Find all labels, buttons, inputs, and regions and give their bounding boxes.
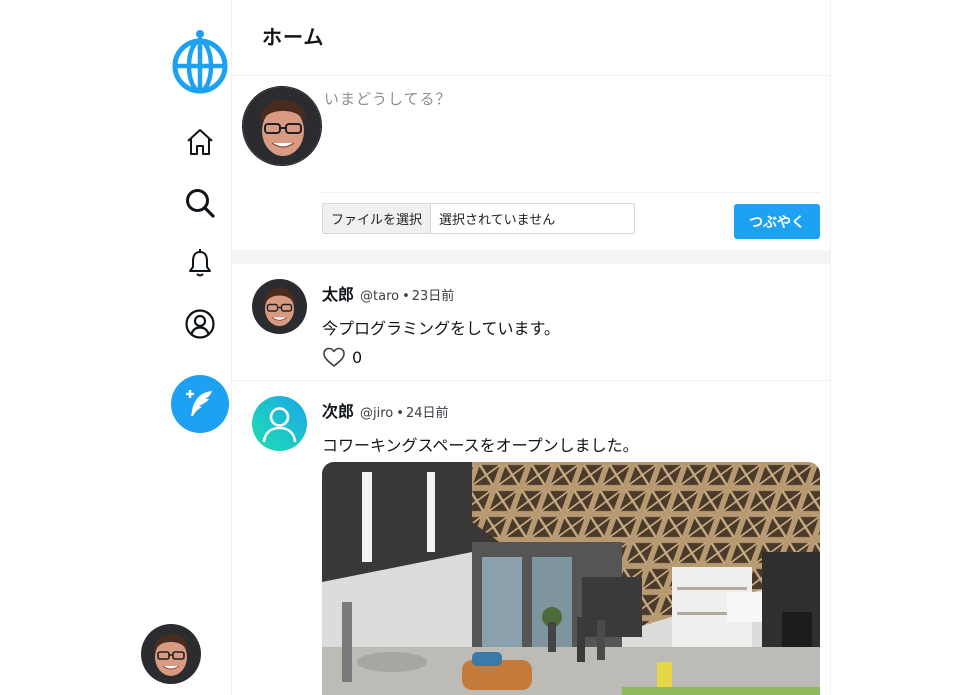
section-divider [232,250,830,264]
post-header: 太郎 @taro • 23日前 [322,281,454,305]
tweet-item[interactable]: 次郎 @jiro • 24日前 コワーキングスペースをオープンしました。 [232,381,830,695]
tweet-submit-button[interactable]: つぶやく [734,204,820,239]
default-user-avatar-icon [252,396,307,451]
like-count: 0 [352,347,363,367]
search-icon [186,189,215,218]
file-choose-button[interactable]: ファイルを選択 [323,204,432,233]
user-photo-avatar [243,87,321,165]
main-timeline: ホーム ファイルを選択 選択されていません つぶやく [232,0,831,695]
page-title: ホーム [262,25,325,49]
user-photo-avatar [252,279,307,334]
heart-icon [323,347,345,367]
file-status-text: 選択されていません [439,213,556,228]
post-separator: • [402,289,410,304]
nav-profile[interactable] [182,306,218,342]
post-text: 今プログラミングをしています。 [322,319,560,338]
post-author-handle[interactable]: @taro [360,289,399,304]
bell-icon [189,249,211,277]
sidebar-nav [0,0,232,695]
composer-divider [322,192,820,193]
tweet-composer: ファイルを選択 選択されていません つぶやく [232,76,830,250]
post-image[interactable] [322,462,820,695]
post-timestamp: 23日前 [411,289,455,304]
post-author-handle[interactable]: @jiro [360,406,393,421]
user-photo-avatar [141,624,201,684]
post-header: 次郎 @jiro • 24日前 [322,398,448,422]
page-header: ホーム [232,0,830,76]
tweet-item[interactable]: 太郎 @taro • 23日前 今プログラミングをしています。 0 [232,264,830,381]
post-author-name[interactable]: 太郎 [322,281,354,305]
post-avatar[interactable] [252,396,307,451]
tweet-input[interactable] [324,88,794,178]
post-separator: • [396,406,404,421]
post-author-name[interactable]: 次郎 [322,398,354,422]
nav-home[interactable] [182,124,218,160]
composer-avatar [242,86,322,166]
file-input[interactable]: ファイルを選択 選択されていません [322,203,635,234]
compose-tweet-button[interactable] [171,375,229,433]
nav-search[interactable] [182,185,218,221]
coworking-space-photo [322,462,820,695]
account-avatar[interactable] [141,624,201,684]
globe-logo-icon[interactable] [171,28,229,96]
profile-icon [185,309,215,339]
post-text: コワーキングスペースをオープンしました。 [322,436,639,455]
like-button[interactable]: 0 [322,346,362,368]
post-avatar[interactable] [252,279,307,334]
home-icon [187,129,213,155]
feather-plus-icon [186,390,212,416]
nav-notifications[interactable] [182,245,218,281]
post-timestamp: 24日前 [405,406,449,421]
